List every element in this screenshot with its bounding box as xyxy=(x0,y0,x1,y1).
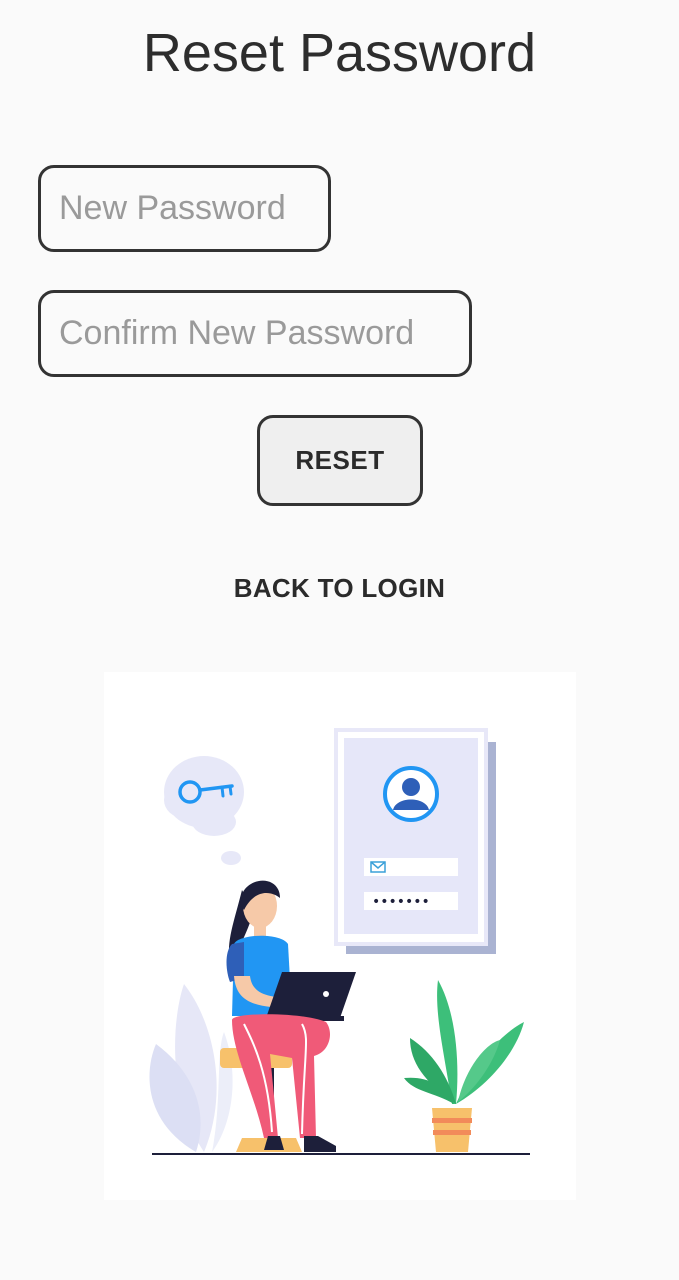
reset-button[interactable]: RESET xyxy=(257,415,423,506)
login-card: ••••••• xyxy=(334,728,496,954)
back-to-login-link[interactable]: BACK TO LOGIN xyxy=(0,573,679,604)
user-icon xyxy=(383,766,439,822)
new-password-input[interactable] xyxy=(41,189,328,228)
confirm-password-field[interactable] xyxy=(38,290,472,377)
thought-bubble xyxy=(164,756,244,865)
potted-plant xyxy=(404,980,524,1152)
decorative-leaves xyxy=(149,984,233,1152)
confirm-password-input[interactable] xyxy=(41,314,469,353)
page-title: Reset Password xyxy=(142,23,537,83)
password-mask: ••••••• xyxy=(372,894,430,910)
reset-password-illustration: ••••••• xyxy=(104,672,576,1200)
new-password-field[interactable] xyxy=(38,165,331,252)
